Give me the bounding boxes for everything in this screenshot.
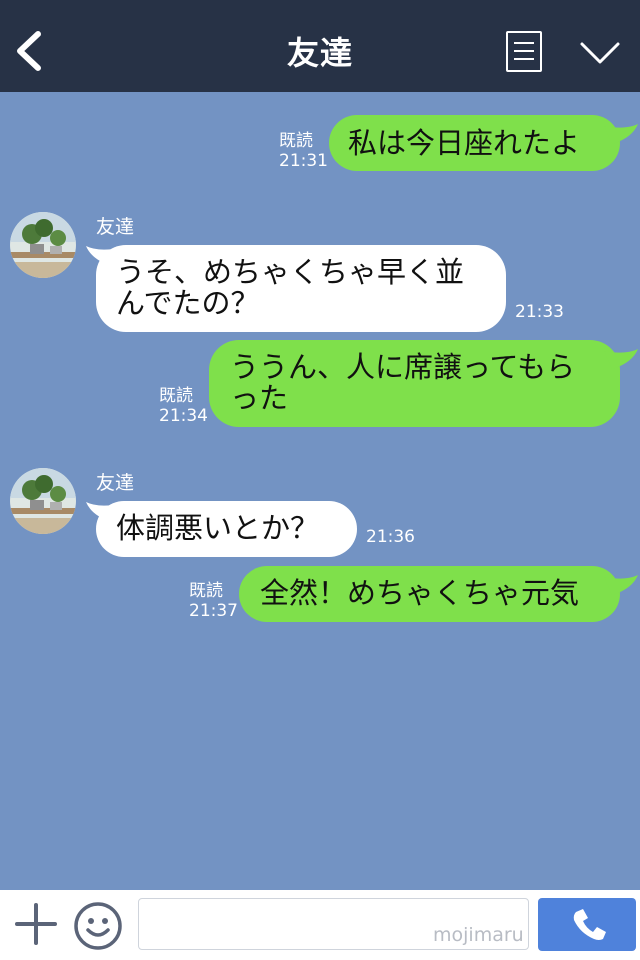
add-button[interactable] [14, 902, 58, 946]
watermark: mojimaru [433, 924, 524, 946]
message-bubble-incoming[interactable]: 体調悪いとか？ [96, 501, 357, 557]
message-time: 21:36 [366, 527, 415, 547]
message-text: んでたの？ [116, 286, 260, 320]
plant-avatar-icon [10, 212, 76, 278]
message-text: うそ、めちゃくちゃ早く並 [116, 255, 465, 289]
read-receipt: 既読 [189, 581, 223, 601]
chevron-down-icon [580, 42, 620, 64]
chat-header: 友達 [0, 0, 640, 92]
message-time: 21:31 [279, 151, 328, 171]
plant-avatar-icon [10, 468, 76, 534]
message-text: 私は今日座れたよ [348, 126, 581, 160]
emoji-button[interactable] [72, 900, 124, 952]
avatar[interactable] [10, 468, 76, 534]
message-bubble-incoming[interactable]: うそ、めちゃくちゃ早く並 んでたの？ [96, 245, 506, 332]
read-receipt: 既読 [159, 386, 193, 406]
avatar[interactable] [10, 212, 76, 278]
notes-icon [514, 42, 534, 44]
bubble-tail [604, 124, 638, 144]
message-bubble-outgoing[interactable]: ううん、人に席譲ってもら った [209, 340, 620, 427]
sender-name: 友達 [96, 216, 135, 238]
chevron-left-icon [17, 31, 41, 71]
message-time: 21:33 [515, 302, 564, 322]
message-meta: 既読 21:37 [189, 581, 238, 621]
message-meta: 既読 21:31 [279, 131, 328, 171]
message-text: 体調悪いとか？ [116, 511, 320, 545]
message-time: 21:34 [159, 406, 208, 426]
phone-icon [573, 909, 606, 940]
sender-name: 友達 [96, 472, 135, 494]
smile-icon [74, 902, 122, 950]
bubble-tail [604, 349, 638, 369]
message-time: 21:37 [189, 601, 238, 621]
read-receipt: 既読 [279, 131, 313, 151]
message-text: 全然！めちゃくちゃ元気 [260, 576, 580, 610]
message-meta: 既読 21:34 [159, 386, 208, 426]
message-text: ううん、人に席譲ってもら [230, 350, 576, 384]
chat-title: 友達 [286, 34, 353, 72]
back-button[interactable] [8, 26, 52, 76]
collapse-button[interactable] [578, 38, 622, 68]
message-text: った [230, 381, 289, 415]
call-button[interactable] [538, 898, 636, 951]
notes-button[interactable] [506, 31, 542, 72]
plus-icon [15, 903, 57, 945]
message-bubble-outgoing[interactable]: 全然！めちゃくちゃ元気 [239, 566, 620, 622]
message-bubble-outgoing[interactable]: 私は今日座れたよ [329, 115, 620, 171]
bubble-tail [604, 575, 638, 595]
